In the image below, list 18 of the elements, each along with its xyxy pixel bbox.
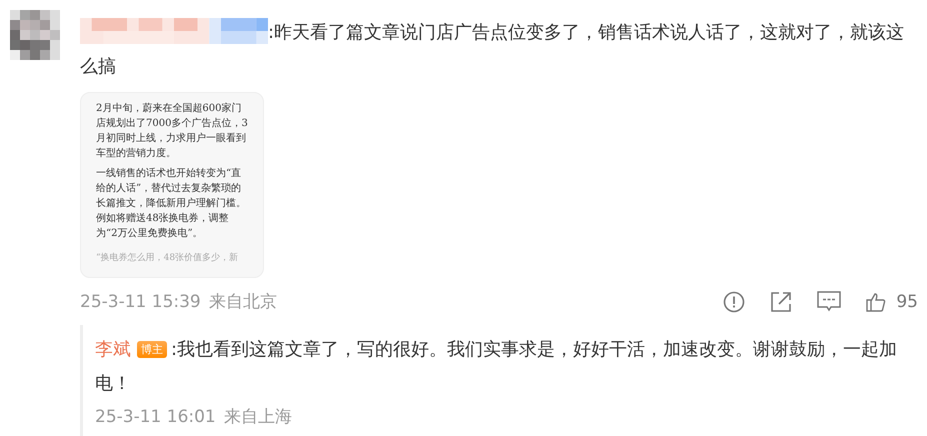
reply-location: 来自上海 [224, 406, 292, 428]
comment-text: :昨天看了篇文章说门店广告点位变多了，销售话术说人话了，这就对了，就该这么搞 [80, 16, 910, 84]
share-icon[interactable] [770, 290, 792, 312]
faded-article-text: “换电券怎么用，48张价值多少，新 [96, 252, 240, 265]
thumbs-up-icon [866, 292, 886, 312]
article-paragraph: 2月中旬，蔚来在全国超600家门店规划出了7000多个广告点位，3月初同时上线，力求用户一眼看到车型的营销力度。 [96, 102, 248, 161]
article-paragraph: 一线销售的话术也开始转变为“直给的人话”，替代过去复杂繁琐的长篇推文，降低新用户理解门槛。例如将赠送48张换电券，调整为“2万公里免费换电”。 [96, 166, 247, 241]
report-icon[interactable] [723, 290, 746, 312]
comment-location: 来自北京 [208, 291, 277, 313]
comment-icon[interactable] [817, 290, 842, 312]
reply-time: 25-3-11 16:01 [95, 406, 216, 426]
reply-author[interactable]: 李斌 [95, 339, 131, 360]
reply-text: 李斌 博主 :我也看到这篇文章了，写的很好。我们实事求是，好好干活，加速改变。谢谢鼓励，一起加电！ [95, 338, 898, 396]
comment-time: 25-3-11 15:39 [80, 292, 201, 312]
author-badge: 博主 [137, 341, 167, 358]
article-screenshot[interactable]: 2月中旬，蔚来在全国超600家门店规划出了7000多个广告点位，3月初同时上线，力求用户一眼看到车型的营销力度。 一线销售的话术也开始转变为“直给的人话”，替代过去复杂繁琐的长篇推文，降低新用户理解门槛。例如将赠送48张换电券，调整为“2万公里免费换电”。 “换电券怎么用，48张价值多少，新 [80, 92, 264, 278]
blurred-avatar [10, 10, 60, 70]
like-button[interactable]: 95 [866, 292, 918, 312]
